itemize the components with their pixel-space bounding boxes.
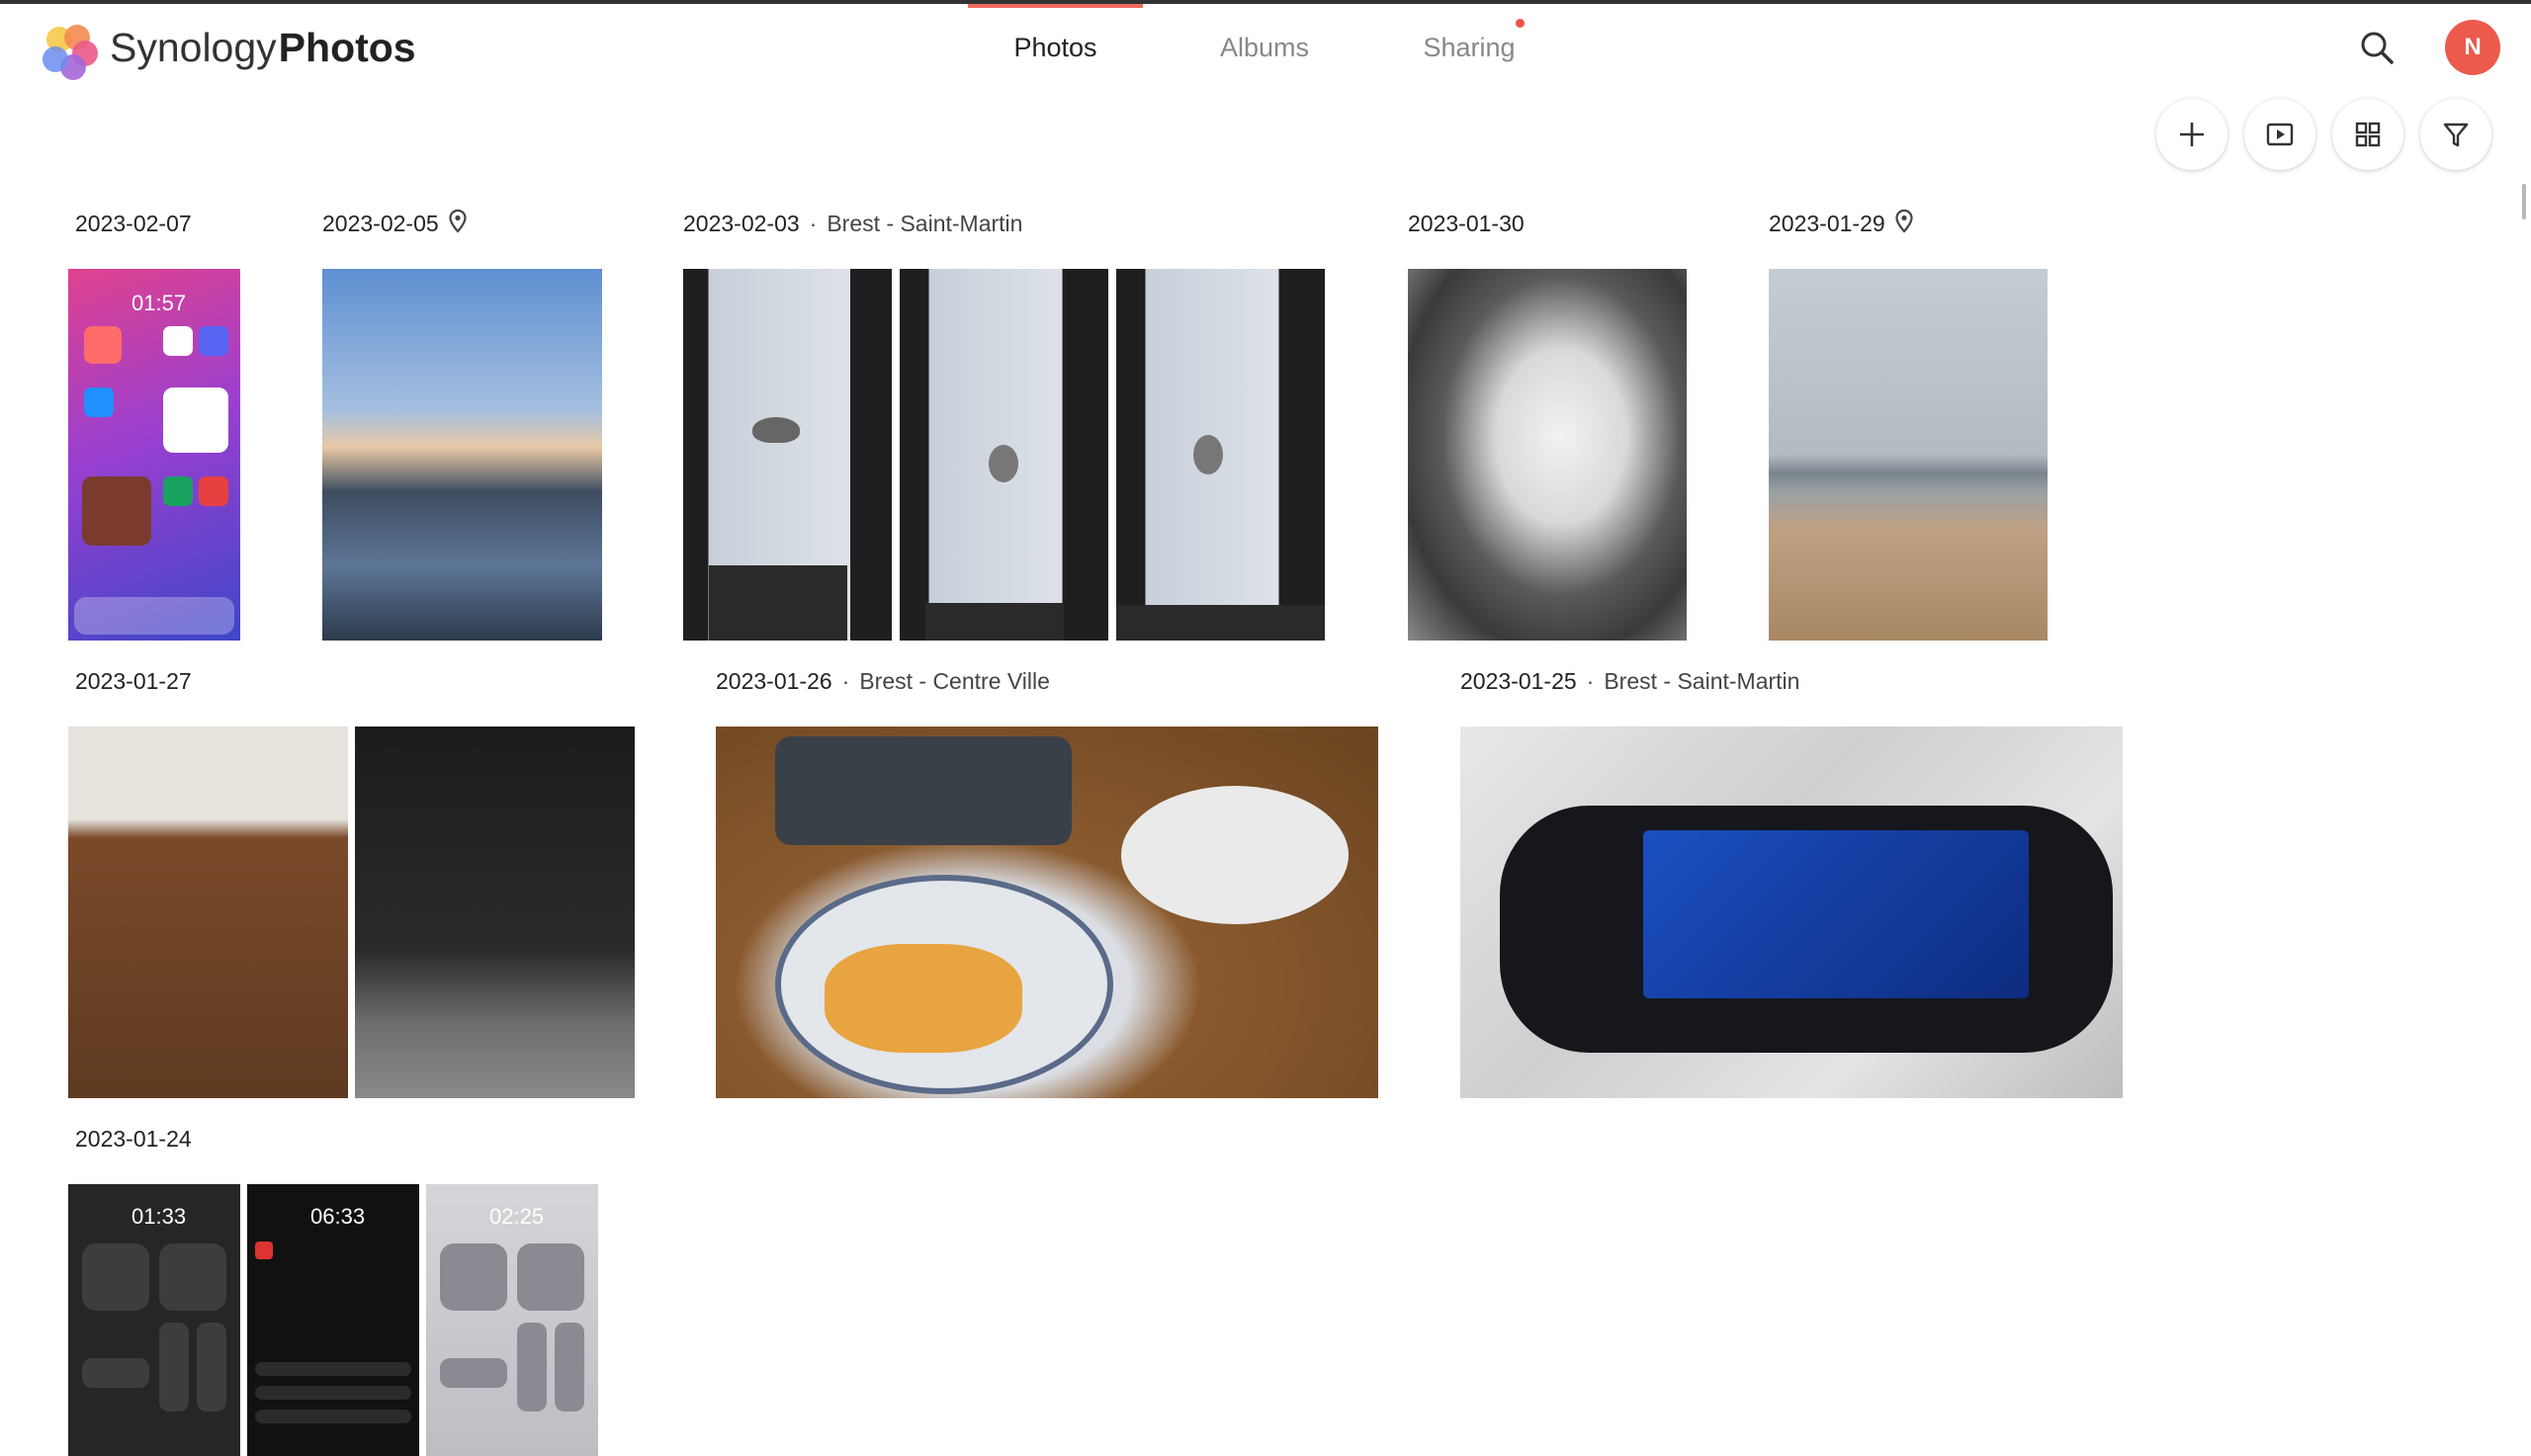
photo-thumbnail-control-center-1[interactable]: 01:33 [68,1184,240,1456]
scrollbar-thumb[interactable] [2522,184,2526,219]
group-date-label: 2023-01-30 [1408,208,1525,239]
calendar-widget [163,387,228,453]
group-date: 2023-01-29 [1769,211,1885,236]
photo-thumbnail-charger-table[interactable] [355,727,635,1098]
phone-dock [74,597,234,635]
photo-thumbnail-phone-homescreen[interactable]: 01:57 [68,269,240,641]
plus-icon [2180,123,2204,146]
user-avatar[interactable]: N [2445,20,2500,75]
status-clock: 06:33 [310,1204,366,1229]
group-date-label: 2023-01-29 [1769,208,1913,239]
media-panel [159,1243,226,1311]
message-row [255,1362,411,1376]
group-date-label: 2023-01-24 [75,1123,192,1155]
group-date: 2023-02-07 [75,211,192,236]
fries-shape [825,944,1022,1053]
group-location[interactable]: Brest - Saint-Martin [827,211,1022,236]
group-date-label: 2023-02-03 · Brest - Saint-Martin [683,208,1022,239]
group-date-label: 2023-02-07 [75,208,192,239]
media-panel [517,1243,584,1311]
tab-photos[interactable]: Photos [968,4,1143,91]
location-pin-icon[interactable] [1895,210,1913,233]
app-icon-tile [163,326,193,356]
group-date: 2023-01-30 [1408,211,1525,236]
brightness-slider-tile [159,1323,189,1412]
group-date: 2023-01-24 [75,1126,192,1152]
group-location[interactable]: Brest - Centre Ville [859,668,1050,694]
brand-synology: Synology [110,25,277,70]
tray-shape [775,736,1072,845]
group-location[interactable]: Brest - Saint-Martin [1604,668,1799,694]
add-button[interactable] [2156,99,2227,170]
filter-icon [2443,123,2469,147]
photo-thumbnail-beach-dunes[interactable] [1769,269,2048,641]
slideshow-button[interactable] [2244,99,2315,170]
group-date-label: 2023-02-05 [322,208,467,239]
app-icon-tile [84,326,122,364]
photo-thumbnail-pigeon-window-2[interactable] [900,269,1108,641]
search-icon[interactable] [2357,28,2397,67]
grid-view-icon [2355,122,2381,147]
console-screen [1643,830,2029,998]
group-date: 2023-01-26 [716,668,832,694]
pigeon-shape [752,417,800,443]
group-date: 2023-01-25 [1460,668,1577,694]
game-widget [82,476,151,546]
tab-sharing[interactable]: Sharing [1396,4,1542,91]
app-brand: SynologyPhotos [110,20,416,75]
message-row [255,1386,411,1400]
focus-button-tile [440,1358,507,1388]
location-separator: · [841,668,850,694]
group-date-label: 2023-01-27 [75,665,192,697]
volume-slider-tile [555,1323,584,1412]
app-icon-tile [163,476,193,506]
status-clock: 02:25 [489,1204,545,1229]
photo-thumbnail-harbor-sunset[interactable] [322,269,602,641]
slideshow-icon [2266,123,2294,146]
brightness-slider-tile [517,1323,547,1412]
message-row [255,1410,411,1423]
photo-thumbnail-pigeon-window-1[interactable] [683,269,892,641]
photo-thumbnail-control-center-2[interactable]: 02:25 [426,1184,598,1456]
photo-thumbnail-charger-floor[interactable] [68,727,348,1098]
volume-slider-tile [197,1323,226,1412]
group-date: 2023-02-05 [322,211,439,236]
app-icon-tile [84,387,114,417]
group-date-label: 2023-01-25 · Brest - Saint-Martin [1460,665,1799,697]
photo-thumbnail-discord-chat[interactable]: 06:33 [247,1184,419,1456]
app-icon-tile [199,476,228,506]
group-date-label: 2023-01-26 · Brest - Centre Ville [716,665,1050,697]
window-sill [925,603,1064,641]
pigeon-shape [1193,435,1223,474]
view-mode-button[interactable] [2332,99,2403,170]
window-sill [1116,605,1325,641]
photo-thumbnail-sleeping-cat[interactable] [1408,269,1687,641]
status-clock: 01:33 [131,1204,187,1229]
group-date: 2023-02-03 [683,211,800,236]
connectivity-panel [440,1243,507,1311]
location-pin-icon[interactable] [449,210,467,233]
window-sill [709,565,847,641]
photo-thumbnail-pigeon-window-3[interactable] [1116,269,1325,641]
app-icon-tile [199,326,228,356]
location-separator: · [1586,668,1595,694]
connectivity-panel [82,1243,149,1311]
sharing-notification-dot [1516,19,1525,28]
status-clock: 01:57 [131,291,187,315]
tab-albums[interactable]: Albums [1189,4,1340,91]
photo-thumbnail-food-plate[interactable] [716,727,1378,1098]
brand-photos: Photos [278,25,416,70]
group-date: 2023-01-27 [75,668,192,694]
app-header: SynologyPhotos Photos Albums Sharing N [0,4,2531,91]
synology-photos-logo [43,25,98,80]
pigeon-shape [989,445,1018,482]
location-separator: · [809,211,818,236]
photo-thumbnail-psvita[interactable] [1460,727,2123,1098]
plate-shape [1121,786,1349,924]
filter-button[interactable] [2420,99,2491,170]
app-avatar [255,1242,273,1259]
focus-button-tile [82,1358,149,1388]
